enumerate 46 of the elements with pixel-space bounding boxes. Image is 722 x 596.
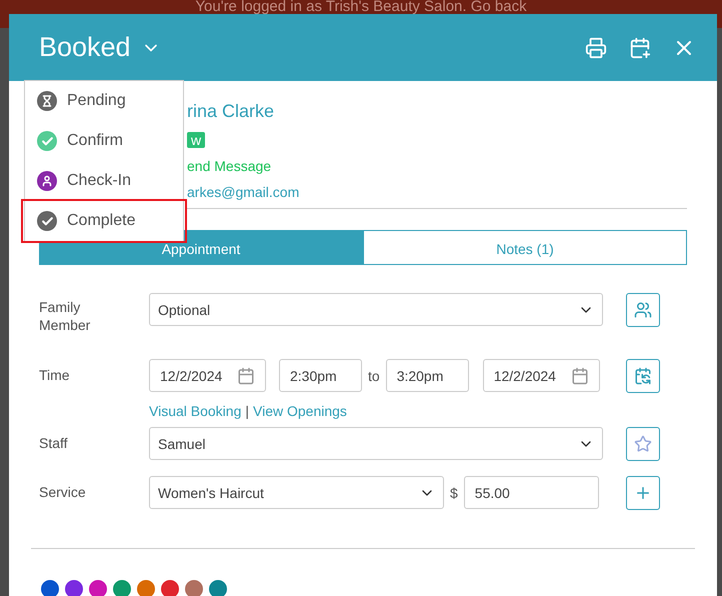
- calendar-icon: [570, 366, 589, 384]
- color-swatch[interactable]: [209, 580, 227, 596]
- check-icon: [37, 211, 57, 231]
- color-swatch[interactable]: [161, 580, 179, 596]
- color-swatch[interactable]: [65, 580, 83, 596]
- start-time-field[interactable]: 2:30pm: [279, 359, 362, 392]
- link-separator: |: [245, 403, 250, 419]
- calendar-plus-icon: [629, 36, 651, 58]
- client-email: arkes@gmail.com: [187, 184, 300, 200]
- status-menu-item[interactable]: Check-In: [23, 161, 185, 201]
- to-text: to: [367, 368, 381, 384]
- field-label: Service: [39, 483, 87, 501]
- color-swatch[interactable]: [41, 580, 59, 596]
- client-name: rina Clarke: [187, 101, 276, 122]
- status-menu-item[interactable]: Confirm: [23, 121, 185, 161]
- color-swatch[interactable]: [137, 580, 155, 596]
- date-field[interactable]: 12/2/2024: [482, 359, 600, 392]
- color-swatch[interactable]: [185, 580, 203, 596]
- color-swatch[interactable]: [89, 580, 107, 596]
- add-service-button[interactable]: [626, 476, 660, 510]
- plus-icon: [634, 484, 652, 502]
- people-icon: [634, 301, 652, 319]
- client-badge: w: [187, 132, 206, 148]
- status-menu-item[interactable]: Pending: [23, 81, 185, 121]
- recurring-button[interactable]: [626, 359, 660, 393]
- banner-text: You're logged in as Trish's Beauty Salon. Go back: [195, 0, 527, 14]
- staff-select[interactable]: Samuel: [149, 427, 603, 460]
- end-time-field[interactable]: 3:20pm: [386, 359, 469, 392]
- hourglass-icon: [37, 91, 57, 111]
- star-icon: [634, 435, 652, 453]
- family-member-select[interactable]: Optional: [149, 293, 603, 326]
- calendar-icon: [237, 366, 255, 384]
- field-label: Family Member: [39, 298, 92, 334]
- printer-icon: [585, 36, 607, 58]
- field-label: Staff: [39, 434, 69, 452]
- date-field[interactable]: 12/2/2024: [149, 359, 266, 392]
- favorite-button[interactable]: [626, 427, 660, 461]
- price-field[interactable]: 55.00: [464, 476, 599, 509]
- person-icon: [37, 171, 57, 191]
- color-swatch[interactable]: [113, 580, 131, 596]
- add-family-button[interactable]: [626, 293, 660, 327]
- check-icon: [37, 131, 57, 151]
- currency-text: $: [449, 484, 459, 500]
- calendar-repeat-icon: [634, 367, 652, 385]
- field-label: Time: [39, 366, 71, 384]
- service-select[interactable]: Women's Haircut: [149, 476, 444, 509]
